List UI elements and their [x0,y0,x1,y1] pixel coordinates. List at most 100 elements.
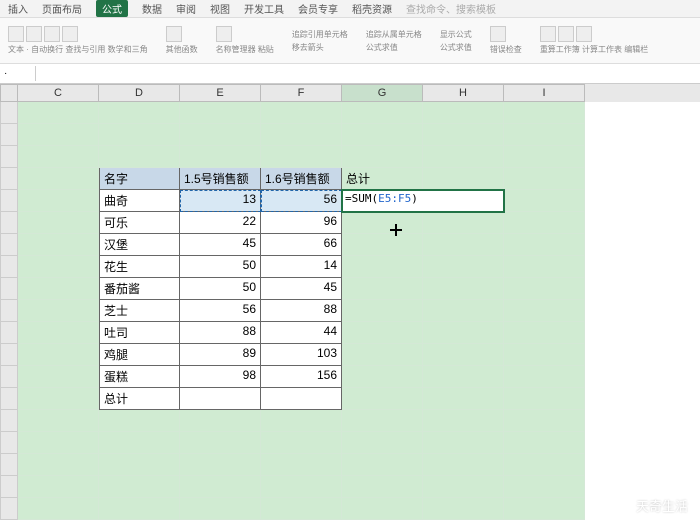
tab-resource[interactable]: 稻壳资源 [352,1,392,16]
lbl-remove-arrows[interactable]: 移去箭头 [292,42,348,53]
lbl-trace-prec[interactable]: 追踪引用单元格 [292,29,348,40]
cell[interactable] [261,102,342,124]
cell[interactable] [342,146,423,168]
row-header[interactable] [0,410,18,432]
lbl-trace-dep[interactable]: 追踪从属单元格 [366,29,422,40]
cell[interactable] [342,102,423,124]
cell[interactable] [504,454,585,476]
cell[interactable] [18,124,99,146]
cell[interactable] [18,102,99,124]
cell[interactable] [18,300,99,322]
cell[interactable] [423,212,504,234]
row-header[interactable] [0,212,18,234]
cell[interactable] [342,300,423,322]
cell[interactable] [18,388,99,410]
cell[interactable] [504,146,585,168]
row-header[interactable] [0,256,18,278]
cell[interactable] [504,476,585,498]
cell-e11[interactable]: 88 [180,322,261,344]
other-func-icon[interactable] [166,26,182,42]
cell[interactable] [342,234,423,256]
name-box[interactable]: · [0,66,36,81]
cell[interactable] [18,454,99,476]
cell[interactable] [261,124,342,146]
cell-f6[interactable]: 96 [261,212,342,234]
cell-15-header[interactable]: 1.5号销售额 [180,168,261,190]
cell-e9[interactable]: 50 [180,278,261,300]
tab-view[interactable]: 视图 [210,1,230,16]
recalc-icon[interactable] [540,26,556,42]
row-header[interactable] [0,366,18,388]
cell-f5[interactable]: 56 [261,190,342,212]
row-header[interactable] [0,190,18,212]
row-header[interactable] [0,278,18,300]
cell[interactable] [423,410,504,432]
col-g[interactable]: G [342,84,423,102]
cell[interactable] [504,388,585,410]
cell-e10[interactable]: 56 [180,300,261,322]
cell[interactable] [504,168,585,190]
cell[interactable] [423,168,504,190]
cell-f12[interactable]: 103 [261,344,342,366]
cell[interactable] [99,146,180,168]
tab-insert[interactable]: 插入 [8,1,28,16]
cell[interactable] [18,410,99,432]
cell-e5[interactable]: 13 [180,190,261,212]
cell-d9[interactable]: 番茄酱 [99,278,180,300]
cell[interactable] [180,146,261,168]
row-header[interactable] [0,168,18,190]
tab-member[interactable]: 会员专享 [298,1,338,16]
cell[interactable] [342,388,423,410]
cell-d13[interactable]: 蛋糕 [99,366,180,388]
col-i[interactable]: I [504,84,585,102]
select-all-corner[interactable] [0,84,18,102]
cell[interactable] [504,278,585,300]
row-header[interactable] [0,498,18,520]
lookup-icon[interactable] [44,26,60,42]
cell[interactable] [342,432,423,454]
cell-g5-formula[interactable]: =SUM(E5:F5) SUM (数值1, ...) [342,190,504,212]
row-header[interactable] [0,102,18,124]
col-h[interactable]: H [423,84,504,102]
cell-f7[interactable]: 66 [261,234,342,256]
cell[interactable] [342,212,423,234]
cell-d10[interactable]: 芝士 [99,300,180,322]
cell[interactable] [18,476,99,498]
formula-bar[interactable]: · [0,64,700,84]
cell[interactable] [18,366,99,388]
cell-16-header[interactable]: 1.6号销售额 [261,168,342,190]
cell[interactable] [18,212,99,234]
cell[interactable] [342,322,423,344]
cell[interactable] [18,234,99,256]
autowrap-icon[interactable] [26,26,42,42]
row-header[interactable] [0,344,18,366]
row-header[interactable] [0,322,18,344]
cell[interactable] [18,344,99,366]
cell-e6[interactable]: 22 [180,212,261,234]
tab-review[interactable]: 审阅 [176,1,196,16]
tab-formula[interactable]: 公式 [96,0,128,17]
row-header[interactable] [0,388,18,410]
cell[interactable] [423,102,504,124]
col-c[interactable]: C [18,84,99,102]
cell[interactable] [99,410,180,432]
text-func-icon[interactable] [8,26,24,42]
cell[interactable] [261,410,342,432]
cell[interactable] [342,124,423,146]
cell-e7[interactable]: 45 [180,234,261,256]
cell[interactable] [180,124,261,146]
formula-bar-icon[interactable] [576,26,592,42]
cell[interactable] [342,454,423,476]
cell[interactable] [18,278,99,300]
row-header[interactable] [0,146,18,168]
cell[interactable] [18,432,99,454]
cell[interactable] [504,344,585,366]
cell[interactable] [423,278,504,300]
cell[interactable] [504,190,585,212]
cell[interactable] [180,476,261,498]
cell-f8[interactable]: 14 [261,256,342,278]
cell[interactable] [261,476,342,498]
cell-f9[interactable]: 45 [261,278,342,300]
cell-f13[interactable]: 156 [261,366,342,388]
cell[interactable] [423,366,504,388]
